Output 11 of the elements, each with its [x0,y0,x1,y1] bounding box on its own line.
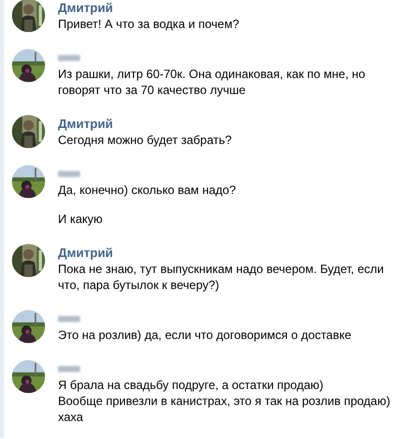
message-text: Пока не знаю, тут выпускникам надо вечером. Будет, если что, пара бутылок к вечеру?) [58,261,385,293]
message-text: Да, конечно) сколько вам надо? [58,182,237,198]
message-text: Из рашки, литр 60-70к. Она одинаковая, как по мне, но говорят что за 70 качество лучше [58,66,366,98]
author-name[interactable]: Дмитрий [58,0,113,16]
message-text: Привет! А что за водка и почем? [58,16,240,32]
message-text: Я брала на свадьбу подруге, а остатки продаю) Вообще привезли в канистрах, это я так на розлив продаю) хаха [58,377,392,425]
message-text: Сегодня можно будет забрать? [58,132,233,148]
message-text: И какую [58,211,104,227]
author-name[interactable]: Дмитрий [58,245,113,261]
author-name[interactable]: Дмитрий [58,116,113,132]
message-text: Это на розлив) да, если что договоримся о доставке [58,327,352,343]
